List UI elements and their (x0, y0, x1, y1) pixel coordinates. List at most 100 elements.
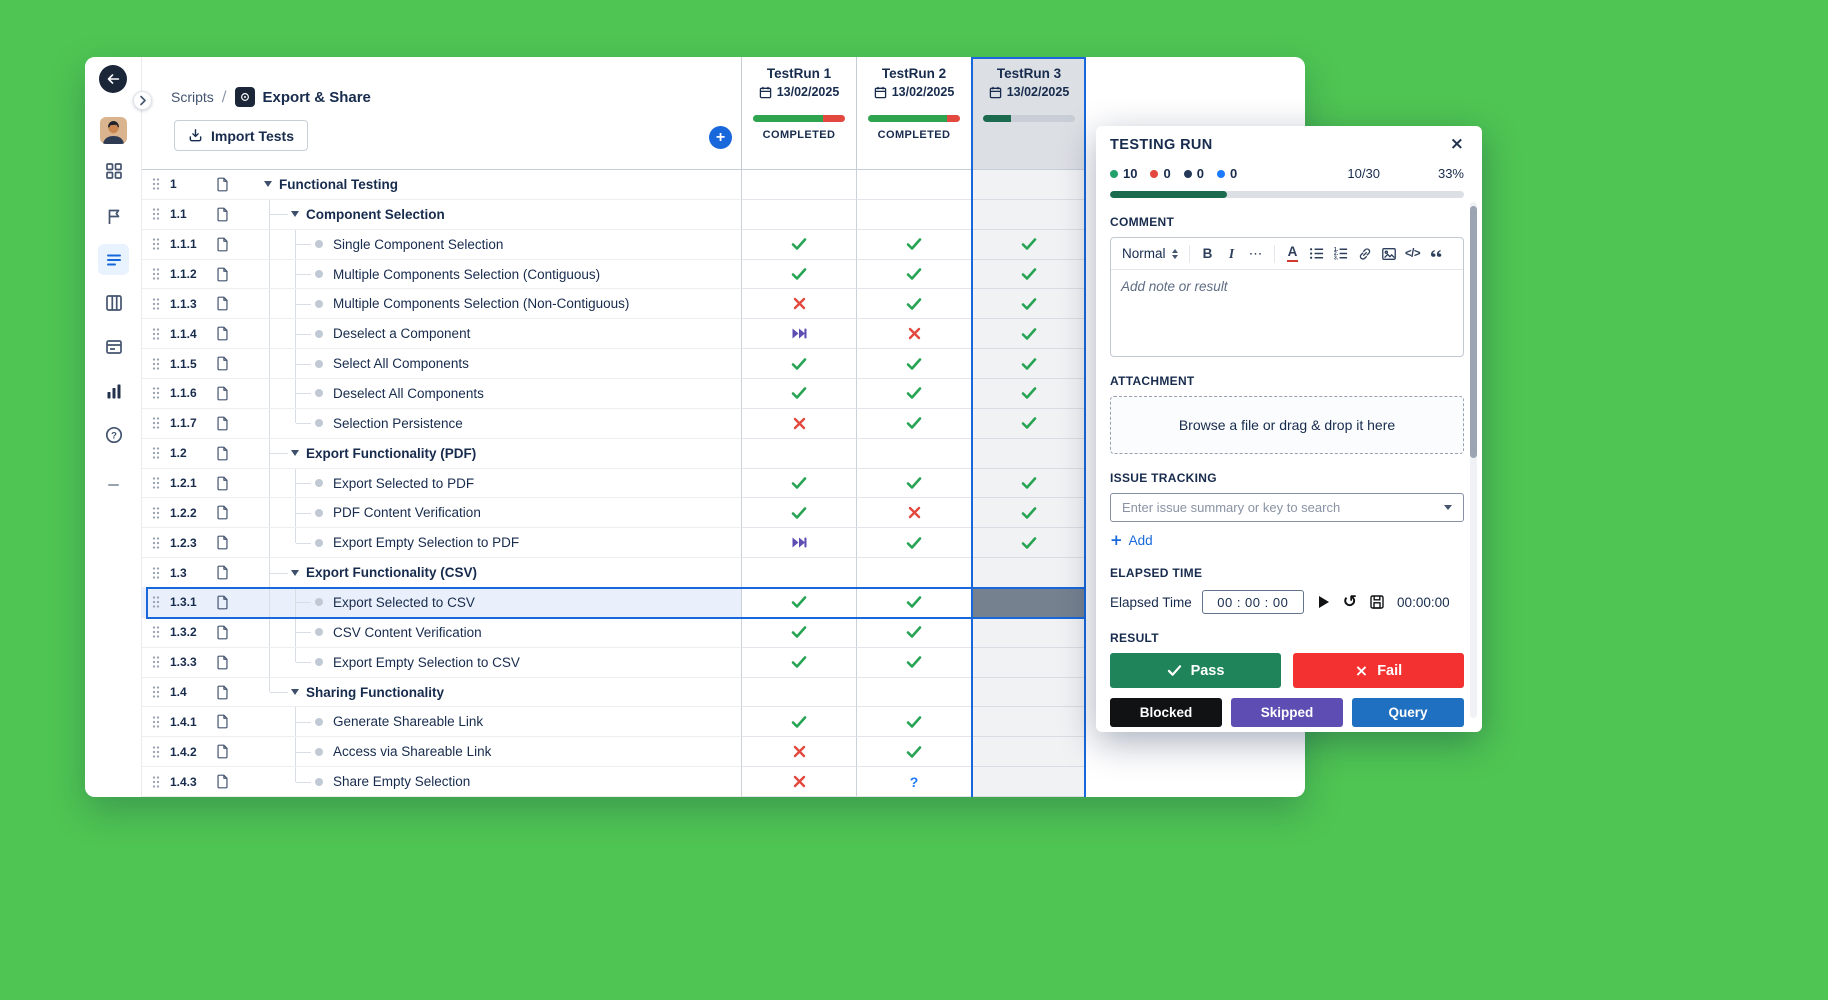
sidebar-expand-button[interactable] (133, 91, 152, 110)
drag-handle-icon[interactable] (152, 446, 170, 460)
document-icon[interactable] (216, 744, 246, 759)
status-cell-run3[interactable] (971, 260, 1086, 290)
italic-button[interactable]: I (1222, 243, 1242, 265)
elapsed-time-input[interactable] (1202, 590, 1304, 614)
document-icon[interactable] (216, 595, 246, 610)
image-button[interactable] (1379, 243, 1399, 265)
status-cell-run3[interactable] (971, 439, 1086, 469)
blocked-button[interactable]: Blocked (1110, 698, 1222, 727)
table-row[interactable]: 1.3 Export Functionality (CSV) (142, 558, 1086, 588)
collapse-caret-icon[interactable] (291, 689, 299, 695)
drag-handle-icon[interactable] (152, 297, 170, 311)
testrun-column-header[interactable]: TestRun 3 13/02/2025 (971, 57, 1086, 170)
sidebar-item-board[interactable] (98, 287, 129, 318)
status-cell-run1[interactable] (741, 648, 856, 678)
drag-handle-icon[interactable] (152, 476, 170, 490)
numbered-list-button[interactable]: 1.2.3. (1331, 243, 1351, 265)
status-cell-run1[interactable] (741, 170, 856, 200)
drag-handle-icon[interactable] (152, 595, 170, 609)
status-cell-run1[interactable] (741, 409, 856, 439)
status-cell-run3[interactable] (971, 618, 1086, 648)
test-name-cell[interactable]: Component Selection (246, 200, 741, 229)
test-name-cell[interactable]: CSV Content Verification (246, 618, 741, 647)
drag-handle-icon[interactable] (152, 267, 170, 281)
document-icon[interactable] (216, 655, 246, 670)
status-cell-run3[interactable] (971, 678, 1086, 708)
test-name-cell[interactable]: Sharing Functionality (246, 678, 741, 707)
status-cell-run1[interactable] (741, 260, 856, 290)
add-issue-link[interactable]: + Add (1110, 531, 1153, 549)
test-name-cell[interactable]: Export Selected to CSV (246, 588, 741, 617)
status-cell-run3[interactable] (971, 319, 1086, 349)
document-icon[interactable] (216, 714, 246, 729)
document-icon[interactable] (216, 207, 246, 222)
status-cell-run3[interactable] (971, 230, 1086, 260)
status-cell-run2[interactable] (856, 469, 971, 499)
test-name-cell[interactable]: Select All Components (246, 349, 741, 378)
status-cell-run3[interactable] (971, 737, 1086, 767)
status-cell-run2[interactable] (856, 260, 971, 290)
status-cell-run3[interactable] (971, 289, 1086, 319)
status-cell-run3[interactable] (971, 170, 1086, 200)
status-cell-run2[interactable] (856, 409, 971, 439)
sidebar-item-help[interactable]: ? (98, 419, 129, 450)
status-cell-run3[interactable] (971, 409, 1086, 439)
table-row[interactable]: 1.1.4 Deselect a Component (142, 319, 1086, 349)
document-icon[interactable] (216, 177, 246, 192)
status-cell-run1[interactable] (741, 737, 856, 767)
status-cell-run1[interactable] (741, 678, 856, 708)
drag-handle-icon[interactable] (152, 506, 170, 520)
table-row[interactable]: 1.1.3 Multiple Components Selection (Non… (142, 289, 1086, 319)
test-name-cell[interactable]: PDF Content Verification (246, 498, 741, 527)
close-icon[interactable]: × (1450, 136, 1464, 153)
status-cell-run2[interactable] (856, 170, 971, 200)
status-cell-run1[interactable] (741, 558, 856, 588)
status-cell-run3[interactable] (971, 379, 1086, 409)
status-cell-run1[interactable] (741, 588, 856, 618)
file-dropzone[interactable]: Browse a file or drag & drop it here (1110, 396, 1464, 454)
reset-timer-icon[interactable]: ↺ (1343, 594, 1357, 611)
drag-handle-icon[interactable] (152, 566, 170, 580)
drag-handle-icon[interactable] (152, 775, 170, 789)
table-row[interactable]: 1.2.3 Export Empty Selection to PDF (142, 528, 1086, 558)
table-row[interactable]: 1.3.2 CSV Content Verification (142, 618, 1086, 648)
collapse-caret-icon[interactable] (291, 211, 299, 217)
sidebar-item-scripts-active[interactable] (98, 244, 129, 275)
back-button[interactable] (99, 65, 127, 93)
status-cell-run3[interactable] (971, 528, 1086, 558)
testrun-column-header[interactable]: TestRun 2 13/02/2025 COMPLETED (856, 57, 971, 170)
comment-textarea[interactable]: Add note or result (1111, 270, 1463, 356)
status-cell-run1[interactable] (741, 319, 856, 349)
status-cell-run3[interactable] (971, 558, 1086, 588)
document-icon[interactable] (216, 625, 246, 640)
status-cell-run2[interactable] (856, 528, 971, 558)
status-cell-run3[interactable] (971, 469, 1086, 499)
status-cell-run2[interactable] (856, 289, 971, 319)
status-cell-run2[interactable] (856, 439, 971, 469)
table-row[interactable]: 1.1.1 Single Component Selection (142, 230, 1086, 260)
status-cell-run2[interactable] (856, 498, 971, 528)
document-icon[interactable] (216, 416, 246, 431)
document-icon[interactable] (216, 326, 246, 341)
table-row[interactable]: 1.1 Component Selection (142, 200, 1086, 230)
status-cell-run2[interactable] (856, 618, 971, 648)
document-icon[interactable] (216, 237, 246, 252)
drag-handle-icon[interactable] (152, 715, 170, 729)
testrun-column-header[interactable]: TestRun 1 13/02/2025 COMPLETED (741, 57, 856, 170)
link-button[interactable] (1355, 243, 1375, 265)
sidebar-item-apps[interactable] (98, 155, 129, 186)
status-cell-run1[interactable] (741, 379, 856, 409)
test-name-cell[interactable]: Access via Shareable Link (246, 737, 741, 766)
pass-button[interactable]: Pass (1110, 653, 1281, 688)
document-icon[interactable] (216, 505, 246, 520)
test-name-cell[interactable]: Functional Testing (246, 170, 741, 199)
sidebar-item-cards[interactable] (98, 331, 129, 362)
import-tests-button[interactable]: Import Tests (174, 120, 308, 151)
table-row[interactable]: 1.2.1 Export Selected to PDF (142, 469, 1086, 499)
test-name-cell[interactable]: Deselect a Component (246, 319, 741, 348)
status-cell-run2[interactable]: ? (856, 767, 971, 797)
collapse-caret-icon[interactable] (291, 570, 299, 576)
table-row[interactable]: 1.4 Sharing Functionality (142, 678, 1086, 708)
status-cell-run3[interactable] (971, 767, 1086, 797)
table-row[interactable]: 1.1.5 Select All Components (142, 349, 1086, 379)
